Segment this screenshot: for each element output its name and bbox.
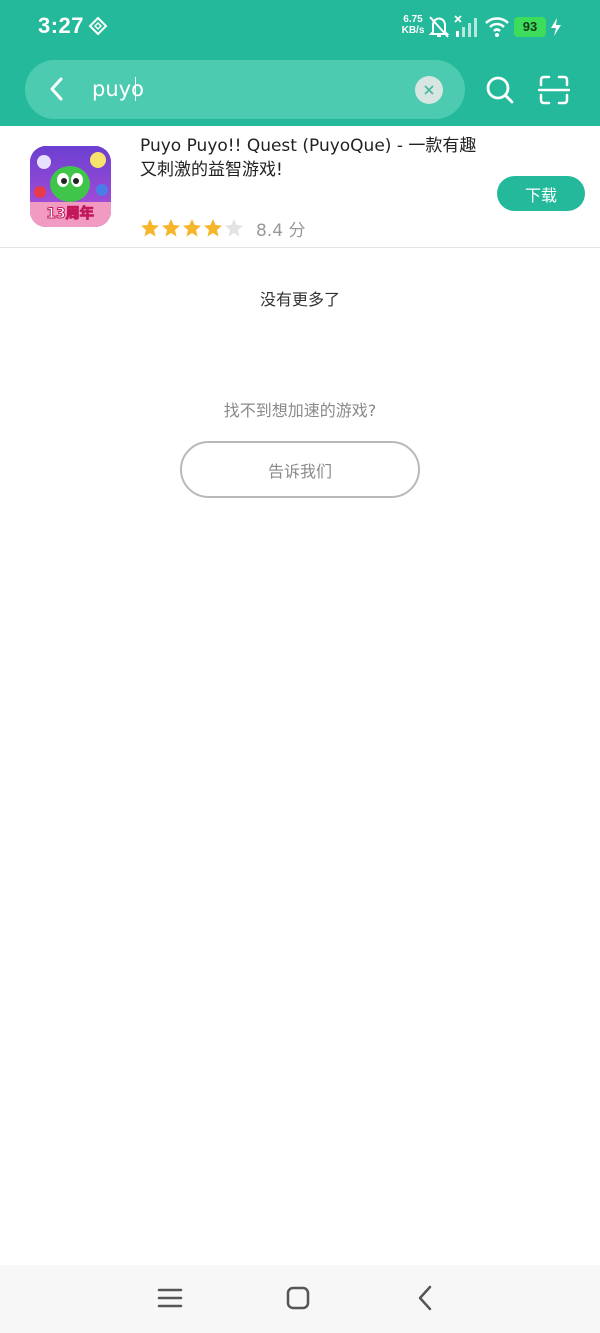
app-title[interactable]: Puyo Puyo!! Quest (PuyoQue) - 一款有趣又刺激的益智… xyxy=(140,134,485,182)
battery-icon: 93 xyxy=(514,17,546,37)
top-header: 3:27 6.75 KB/s 93 xyxy=(0,0,600,126)
clear-icon[interactable] xyxy=(415,76,443,104)
tell-us-button[interactable]: 告诉我们 xyxy=(180,441,420,498)
wifi-icon xyxy=(485,17,509,37)
mute-bell-icon xyxy=(428,16,450,38)
signal-icon xyxy=(454,15,477,37)
star-empty-icon xyxy=(225,219,243,237)
search-input[interactable] xyxy=(92,74,392,104)
system-nav-bar xyxy=(0,1265,600,1333)
search-icon[interactable] xyxy=(485,75,515,105)
star-icon xyxy=(183,219,201,237)
app-icon: 13周年 xyxy=(30,146,111,227)
home-icon[interactable] xyxy=(283,1283,313,1313)
star-icon xyxy=(204,219,222,237)
search-row xyxy=(0,56,600,126)
back-arrow-icon[interactable] xyxy=(44,75,72,103)
star-icon xyxy=(141,219,159,237)
rating: 8.4 分 xyxy=(140,217,306,241)
cant-find-text: 找不到想加速的游戏? xyxy=(223,401,377,420)
download-button[interactable]: 下载 xyxy=(497,176,585,211)
diamond-icon xyxy=(88,16,108,36)
app-icon-badge: 13周年 xyxy=(46,205,93,222)
menu-icon[interactable] xyxy=(155,1283,185,1313)
status-bar: 3:27 6.75 KB/s 93 xyxy=(0,0,600,56)
search-result-item[interactable]: 13周年 Puyo Puyo!! Quest (PuyoQue) - 一款有趣又… xyxy=(0,126,600,248)
net-speed-unit: KB/s xyxy=(401,25,425,36)
charging-icon xyxy=(551,18,561,36)
status-time: 3:27 xyxy=(38,13,85,38)
scan-icon[interactable] xyxy=(538,74,570,106)
net-speed-value: 6.75 xyxy=(403,14,423,25)
no-more-text: 没有更多了 xyxy=(259,290,340,309)
star-icon xyxy=(162,219,180,237)
back-icon[interactable] xyxy=(411,1283,441,1313)
text-caret xyxy=(135,77,136,101)
rating-score: 8.4 分 xyxy=(256,220,306,241)
net-speed: 6.75 KB/s xyxy=(398,14,428,36)
